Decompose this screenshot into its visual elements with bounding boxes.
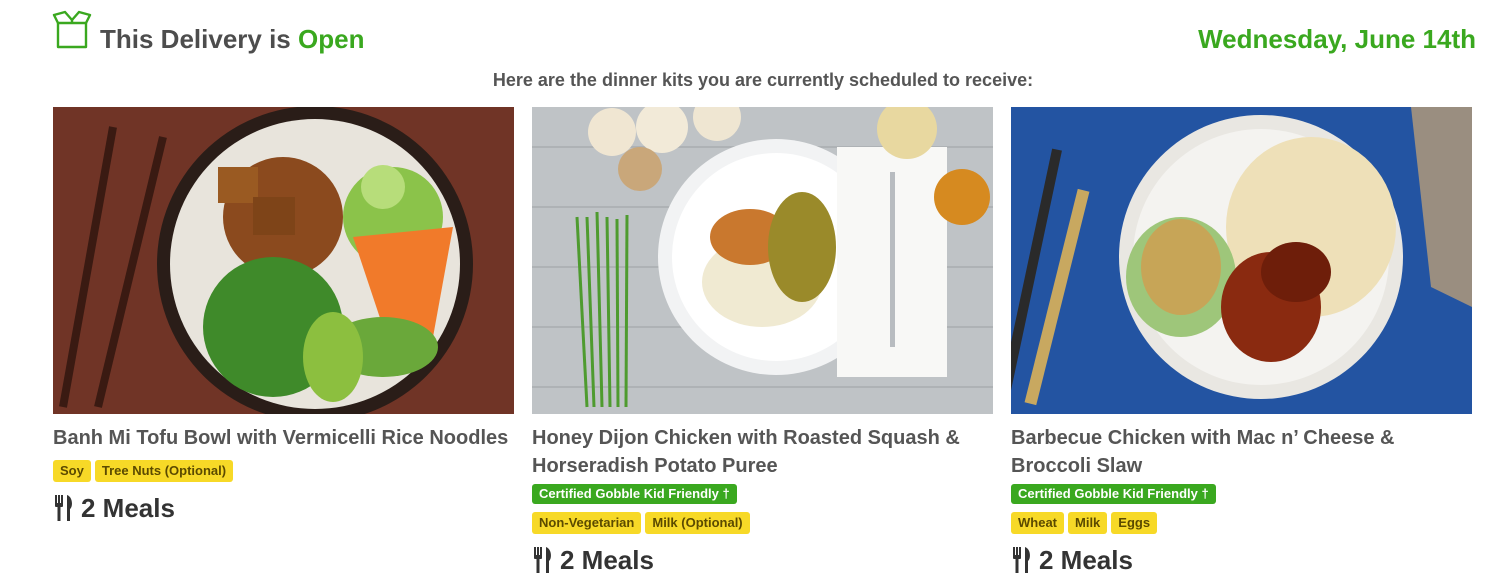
meal-name[interactable]: Barbecue Chicken with Mac n’ Cheese & Br… (1011, 424, 1472, 480)
meal-count-label: 2 Meals (560, 544, 654, 575)
allergen-tags: Soy Tree Nuts (Optional) (53, 460, 514, 482)
delivery-title: This Delivery is Open (100, 24, 364, 55)
allergen-tags: Wheat Milk Eggs (1011, 512, 1472, 534)
subtitle: Here are the dinner kits you are current… (492, 70, 1034, 90)
allergen-tag: Soy (53, 460, 91, 482)
allergen-tag: Milk (1068, 512, 1108, 534)
allergen-tags: Non-Vegetarian Milk (Optional) (532, 512, 993, 534)
kid-friendly-label: Certified Gobble Kid Friendly (539, 486, 719, 501)
kid-friendly-badge: Certified Gobble Kid Friendly † (532, 484, 737, 504)
meal-card[interactable]: Banh Mi Tofu Bowl with Vermicelli Rice N… (53, 107, 514, 524)
meal-image[interactable] (532, 107, 993, 414)
meal-name[interactable]: Honey Dijon Chicken with Roasted Squash … (532, 424, 993, 480)
meal-count-label: 2 Meals (1039, 544, 1133, 575)
meal-count: 2 Meals (532, 544, 993, 576)
meal-cards: Banh Mi Tofu Bowl with Vermicelli Rice N… (53, 107, 1473, 577)
allergen-tag: Eggs (1111, 512, 1158, 534)
utensils-icon (55, 495, 72, 521)
allergen-tag: Milk (Optional) (645, 512, 750, 534)
delivery-title-prefix: This Delivery is (100, 24, 291, 54)
allergen-tag: Non-Vegetarian (532, 512, 642, 534)
delivery-status: Open (298, 24, 365, 54)
delivery-date: Wednesday, June 14th (1198, 24, 1476, 54)
delivery-header: This Delivery is Open Wednesday, June 14… (52, 10, 1476, 58)
meal-count: 2 Meals (1011, 544, 1472, 576)
meal-count-label: 2 Meals (81, 492, 175, 523)
meal-card[interactable]: Honey Dijon Chicken with Roasted Squash … (532, 107, 993, 576)
allergen-tag: Tree Nuts (Optional) (94, 460, 234, 482)
kid-friendly-badge: Certified Gobble Kid Friendly † (1011, 484, 1216, 504)
child-icon: † (1201, 486, 1209, 501)
meal-card[interactable]: Barbecue Chicken with Mac n’ Cheese & Br… (1011, 107, 1472, 576)
utensils-icon (1013, 547, 1030, 573)
meal-name[interactable]: Banh Mi Tofu Bowl with Vermicelli Rice N… (53, 424, 514, 452)
allergen-tag: Wheat (1011, 512, 1064, 534)
kid-friendly-label: Certified Gobble Kid Friendly (1018, 486, 1198, 501)
meal-count: 2 Meals (53, 492, 514, 524)
meal-image[interactable] (1011, 107, 1472, 414)
meal-image[interactable] (53, 107, 514, 414)
box-icon (52, 10, 92, 49)
child-icon: † (722, 486, 730, 501)
utensils-icon (534, 547, 551, 573)
